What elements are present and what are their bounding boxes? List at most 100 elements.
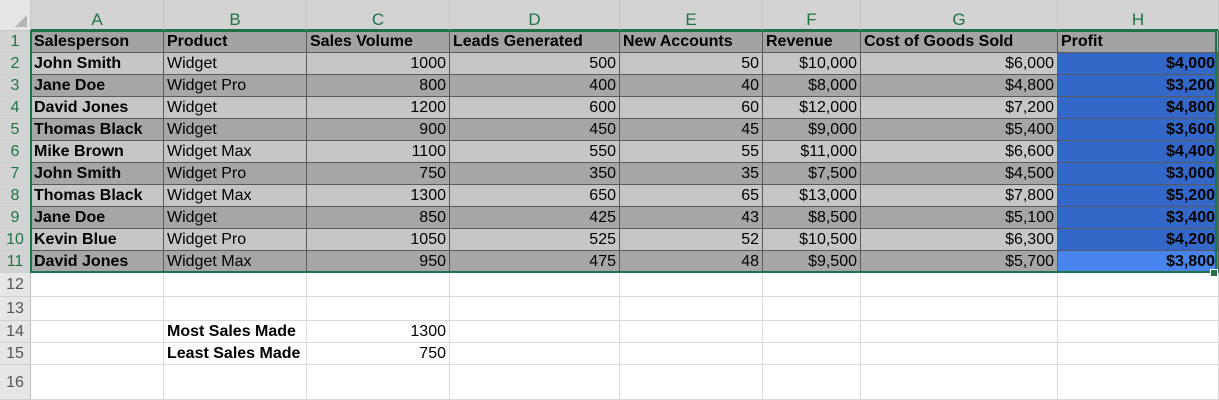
cell-a12[interactable] xyxy=(31,273,164,297)
cell-g8[interactable]: $7,800 xyxy=(861,185,1058,207)
cell-g7[interactable]: $4,500 xyxy=(861,163,1058,185)
cell-f15[interactable] xyxy=(763,343,861,365)
row-header-8[interactable]: 8 xyxy=(0,185,31,207)
cell-b7[interactable]: Widget Pro xyxy=(164,163,307,185)
cell-h14[interactable] xyxy=(1058,321,1219,343)
cell-f7[interactable]: $7,500 xyxy=(763,163,861,185)
row-header-3[interactable]: 3 xyxy=(0,75,31,97)
cell-e13[interactable] xyxy=(620,297,763,321)
cell-d15[interactable] xyxy=(450,343,620,365)
cell-c4[interactable]: 1200 xyxy=(307,97,450,119)
cell-a5[interactable]: Thomas Black xyxy=(31,119,164,141)
cell-e4[interactable]: 60 xyxy=(620,97,763,119)
row-header-7[interactable]: 7 xyxy=(0,163,31,185)
cell-c13[interactable] xyxy=(307,297,450,321)
cell-b8[interactable]: Widget Max xyxy=(164,185,307,207)
cell-a16[interactable] xyxy=(31,365,164,400)
column-header-h[interactable]: H xyxy=(1058,0,1219,31)
cell-b4[interactable]: Widget xyxy=(164,97,307,119)
cell-c16[interactable] xyxy=(307,365,450,400)
cell-b16[interactable] xyxy=(164,365,307,400)
row-header-9[interactable]: 9 xyxy=(0,207,31,229)
cell-d2[interactable]: 500 xyxy=(450,53,620,75)
cell-d14[interactable] xyxy=(450,321,620,343)
cell-f5[interactable]: $9,000 xyxy=(763,119,861,141)
row-header-1[interactable]: 1 xyxy=(0,31,31,53)
cell-f2[interactable]: $10,000 xyxy=(763,53,861,75)
cell-a8[interactable]: Thomas Black xyxy=(31,185,164,207)
cell-a10[interactable]: Kevin Blue xyxy=(31,229,164,251)
cell-f10[interactable]: $10,500 xyxy=(763,229,861,251)
cell-c11[interactable]: 950 xyxy=(307,251,450,273)
row-header-2[interactable]: 2 xyxy=(0,53,31,75)
cell-a15[interactable] xyxy=(31,343,164,365)
table-header-e[interactable]: New Accounts xyxy=(620,31,763,53)
cell-a3[interactable]: Jane Doe xyxy=(31,75,164,97)
row-header-10[interactable]: 10 xyxy=(0,229,31,251)
column-header-g[interactable]: G xyxy=(861,0,1058,31)
cell-e9[interactable]: 43 xyxy=(620,207,763,229)
cell-e3[interactable]: 40 xyxy=(620,75,763,97)
cell-f12[interactable] xyxy=(763,273,861,297)
cell-c10[interactable]: 1050 xyxy=(307,229,450,251)
cell-d6[interactable]: 550 xyxy=(450,141,620,163)
cell-d12[interactable] xyxy=(450,273,620,297)
cell-g9[interactable]: $5,100 xyxy=(861,207,1058,229)
cell-c6[interactable]: 1100 xyxy=(307,141,450,163)
cell-e15[interactable] xyxy=(620,343,763,365)
cell-g6[interactable]: $6,600 xyxy=(861,141,1058,163)
cell-c5[interactable]: 900 xyxy=(307,119,450,141)
column-header-f[interactable]: F xyxy=(763,0,861,31)
cell-g13[interactable] xyxy=(861,297,1058,321)
row-header-16[interactable]: 16 xyxy=(0,365,31,400)
summary-label[interactable]: Least Sales Made xyxy=(164,343,307,365)
column-header-c[interactable]: C xyxy=(307,0,450,31)
cell-b11[interactable]: Widget Max xyxy=(164,251,307,273)
cell-f3[interactable]: $8,000 xyxy=(763,75,861,97)
cell-d16[interactable] xyxy=(450,365,620,400)
cell-b5[interactable]: Widget xyxy=(164,119,307,141)
cell-f8[interactable]: $13,000 xyxy=(763,185,861,207)
cell-h2[interactable]: $4,000 xyxy=(1058,53,1219,75)
cell-h7[interactable]: $3,000 xyxy=(1058,163,1219,185)
cell-e8[interactable]: 65 xyxy=(620,185,763,207)
cell-c2[interactable]: 1000 xyxy=(307,53,450,75)
cell-c12[interactable] xyxy=(307,273,450,297)
cell-d4[interactable]: 600 xyxy=(450,97,620,119)
cell-e6[interactable]: 55 xyxy=(620,141,763,163)
cell-f6[interactable]: $11,000 xyxy=(763,141,861,163)
summary-value[interactable]: 750 xyxy=(307,343,450,365)
row-header-6[interactable]: 6 xyxy=(0,141,31,163)
row-header-14[interactable]: 14 xyxy=(0,321,31,343)
table-header-b[interactable]: Product xyxy=(164,31,307,53)
cell-b13[interactable] xyxy=(164,297,307,321)
cell-e2[interactable]: 50 xyxy=(620,53,763,75)
cell-f11[interactable]: $9,500 xyxy=(763,251,861,273)
cell-g5[interactable]: $5,400 xyxy=(861,119,1058,141)
cell-d5[interactable]: 450 xyxy=(450,119,620,141)
cell-b10[interactable]: Widget Pro xyxy=(164,229,307,251)
cell-g15[interactable] xyxy=(861,343,1058,365)
summary-value[interactable]: 1300 xyxy=(307,321,450,343)
cell-d8[interactable]: 650 xyxy=(450,185,620,207)
cell-d9[interactable]: 425 xyxy=(450,207,620,229)
column-header-e[interactable]: E xyxy=(620,0,763,31)
cell-a9[interactable]: Jane Doe xyxy=(31,207,164,229)
cell-a11[interactable]: David Jones xyxy=(31,251,164,273)
row-header-15[interactable]: 15 xyxy=(0,343,31,365)
cell-d3[interactable]: 400 xyxy=(450,75,620,97)
row-header-11[interactable]: 11 xyxy=(0,251,31,273)
cell-b9[interactable]: Widget xyxy=(164,207,307,229)
cell-c9[interactable]: 850 xyxy=(307,207,450,229)
cell-g10[interactable]: $6,300 xyxy=(861,229,1058,251)
table-header-d[interactable]: Leads Generated xyxy=(450,31,620,53)
cell-h12[interactable] xyxy=(1058,273,1219,297)
cell-g2[interactable]: $6,000 xyxy=(861,53,1058,75)
cell-b3[interactable]: Widget Pro xyxy=(164,75,307,97)
cell-h9[interactable]: $3,400 xyxy=(1058,207,1219,229)
column-header-b[interactable]: B xyxy=(164,0,307,31)
table-header-f[interactable]: Revenue xyxy=(763,31,861,53)
cell-e16[interactable] xyxy=(620,365,763,400)
cell-d13[interactable] xyxy=(450,297,620,321)
cell-e10[interactable]: 52 xyxy=(620,229,763,251)
